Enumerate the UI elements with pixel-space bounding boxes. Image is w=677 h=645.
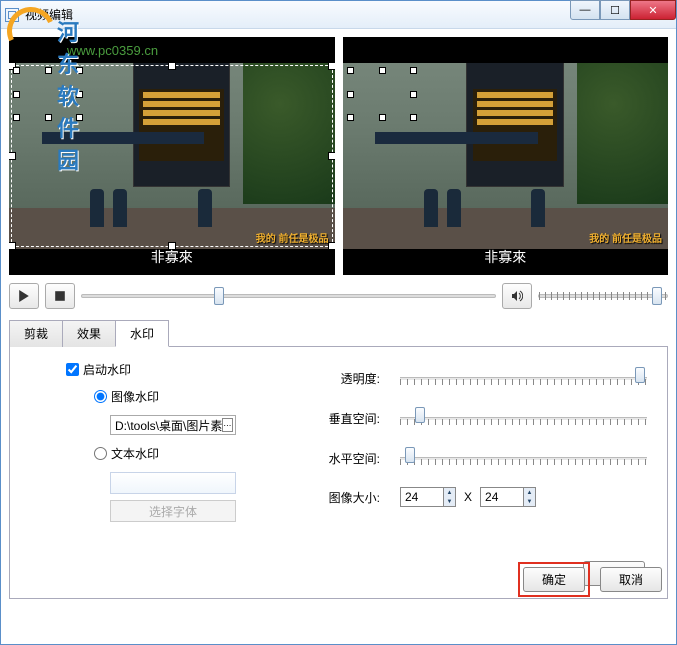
tab-watermark[interactable]: 水印 xyxy=(115,320,169,347)
play-button[interactable] xyxy=(9,283,39,309)
image-watermark-label: 图像水印 xyxy=(111,388,159,405)
text-watermark-radio[interactable] xyxy=(94,447,107,460)
ok-highlight: 确定 xyxy=(518,562,590,597)
subtitle-text: 非寡來 xyxy=(151,247,193,267)
x-separator: X xyxy=(464,490,472,504)
vspace-label: 垂直空间: xyxy=(310,410,380,427)
enable-watermark-label: 启动水印 xyxy=(83,361,131,378)
watermark-overlay-preview xyxy=(347,67,417,121)
choose-font-button: 选择字体 xyxy=(110,500,236,522)
enable-watermark-checkbox[interactable] xyxy=(66,363,79,376)
opacity-label: 透明度: xyxy=(310,370,380,387)
browse-button[interactable]: ⋯ xyxy=(222,418,233,432)
image-watermark-radio[interactable] xyxy=(94,390,107,403)
seek-slider[interactable] xyxy=(81,285,496,307)
image-path-field[interactable]: D:\tools\桌面\图片素 ⋯ xyxy=(110,415,236,435)
text-watermark-label: 文本水印 xyxy=(111,445,159,462)
ok-button[interactable]: 确定 xyxy=(523,567,585,592)
cancel-button[interactable]: 取消 xyxy=(600,567,662,592)
width-spinner[interactable]: 24▲▼ xyxy=(400,487,456,507)
minimize-button[interactable]: — xyxy=(570,0,600,20)
corner-tag: 我的 前任是极品 xyxy=(256,230,329,245)
hspace-label: 水平空间: xyxy=(310,450,380,467)
tab-crop[interactable]: 剪裁 xyxy=(9,320,63,347)
preview-left[interactable]: 非寡來 我的 前任是极品 xyxy=(9,37,335,275)
volume-slider[interactable] xyxy=(538,285,668,307)
vspace-slider[interactable] xyxy=(400,407,647,429)
watermark-overlay[interactable] xyxy=(13,67,83,121)
image-path-value: D:\tools\桌面\图片素 xyxy=(115,417,222,434)
image-size-label: 图像大小: xyxy=(310,489,380,506)
hspace-slider[interactable] xyxy=(400,447,647,469)
mute-button[interactable] xyxy=(502,283,532,309)
height-spinner[interactable]: 24▲▼ xyxy=(480,487,536,507)
app-icon xyxy=(5,8,19,22)
close-button[interactable]: ✕ xyxy=(630,0,676,20)
stop-button[interactable] xyxy=(45,283,75,309)
opacity-slider[interactable] xyxy=(400,367,647,389)
titlebar[interactable]: 视频编辑 — ☐ ✕ xyxy=(1,1,676,29)
tab-effect[interactable]: 效果 xyxy=(62,320,116,347)
watermark-text-input[interactable] xyxy=(110,472,236,494)
preview-right: 非寡來 我的 前任是极品 xyxy=(343,37,669,275)
window-title: 视频编辑 xyxy=(25,6,73,23)
maximize-button[interactable]: ☐ xyxy=(600,0,630,20)
